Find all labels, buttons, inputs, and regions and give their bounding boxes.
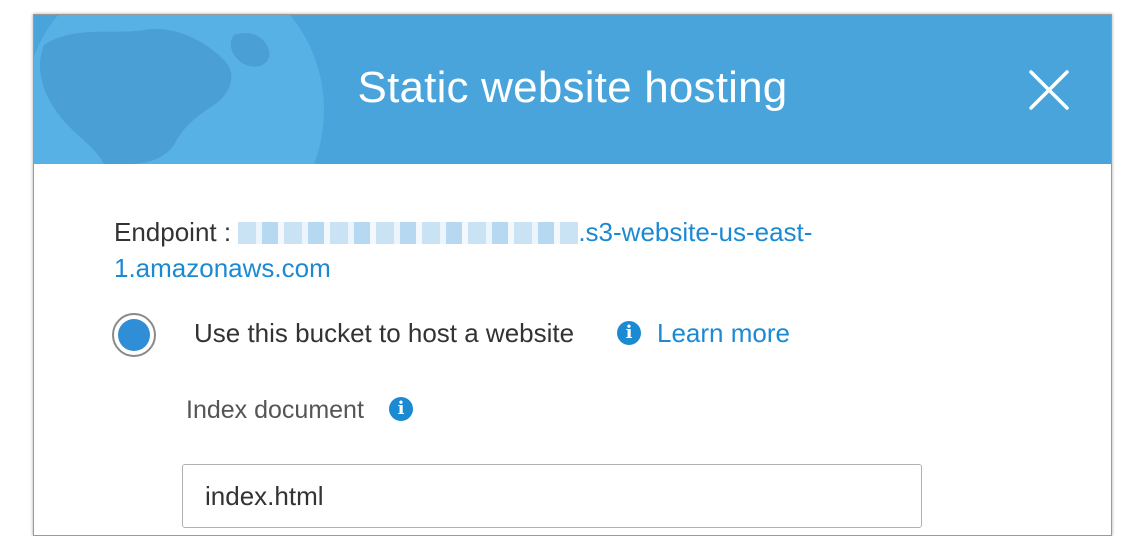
- index-document-input[interactable]: [182, 464, 922, 528]
- endpoint-row: Endpoint : .s3-website-us-east-1.amazona…: [114, 214, 874, 286]
- index-document-label: Index document: [186, 396, 364, 424]
- modal-header: Static website hosting: [34, 15, 1111, 164]
- host-website-radio[interactable]: [112, 313, 156, 357]
- static-website-hosting-modal: Static website hosting Endpoint : .s3-we…: [33, 14, 1112, 536]
- info-icon[interactable]: i: [389, 397, 413, 421]
- radio-selected-dot: [118, 319, 150, 351]
- endpoint-label: Endpoint :: [114, 217, 232, 247]
- host-website-label: Use this bucket to host a website: [194, 318, 575, 348]
- modal-title: Static website hosting: [357, 63, 788, 112]
- info-icon[interactable]: i: [617, 321, 641, 345]
- learn-more-link[interactable]: Learn more: [657, 315, 790, 351]
- close-icon[interactable]: [1027, 68, 1071, 112]
- redacted-bucket-name: [238, 222, 579, 244]
- close-button[interactable]: [1027, 68, 1071, 112]
